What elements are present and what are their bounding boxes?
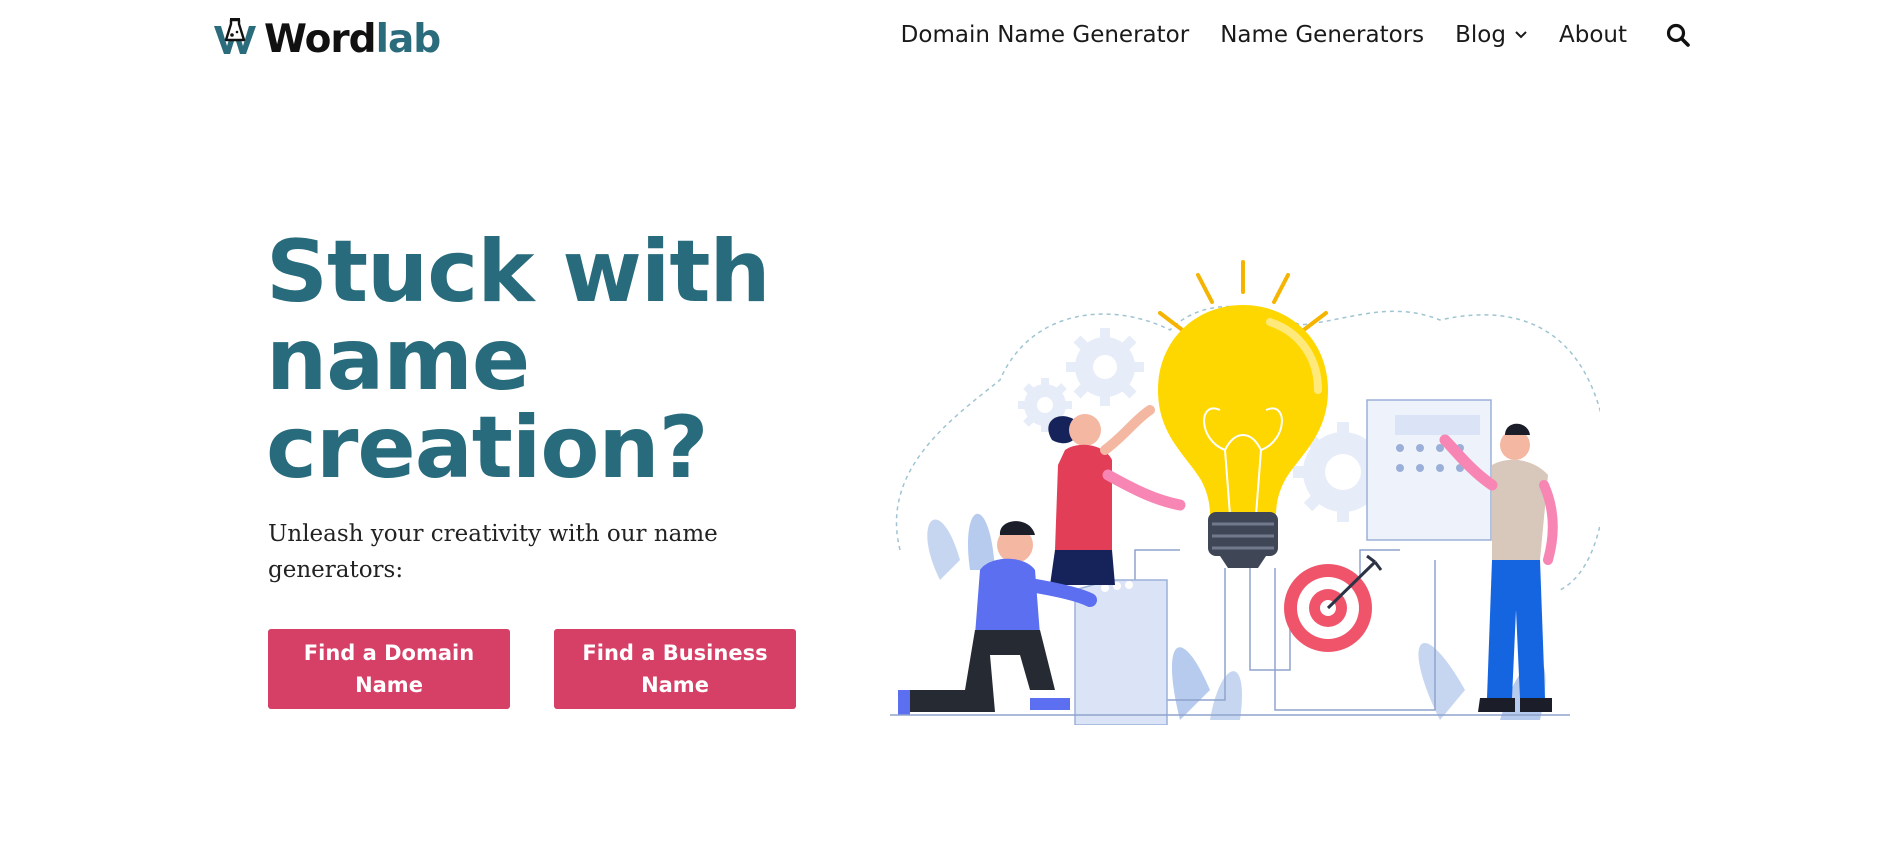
- target-icon: [1284, 554, 1383, 652]
- logo-word-accent: lab: [375, 16, 442, 62]
- plant-leaf: [1418, 642, 1465, 720]
- plant-leaf: [1171, 647, 1210, 720]
- plant-leaf: [1210, 671, 1243, 720]
- wordlab-logo[interactable]: Wordlab: [212, 16, 442, 62]
- nav-domain-name-generator[interactable]: Domain Name Generator: [901, 22, 1190, 48]
- nav-name-generators[interactable]: Name Generators: [1220, 22, 1424, 48]
- nav-blog[interactable]: Blog: [1455, 22, 1528, 48]
- woman-figure: [1048, 405, 1186, 585]
- nav-about[interactable]: About: [1559, 22, 1627, 48]
- lightbulb-icon: [1158, 305, 1328, 568]
- search-icon[interactable]: [1665, 22, 1691, 48]
- chevron-down-icon: [1515, 31, 1527, 39]
- team-lightbulb-illustration: [890, 260, 1600, 725]
- logo-word-primary: Word: [264, 16, 377, 62]
- find-domain-name-button[interactable]: Find a Domain Name: [268, 629, 510, 709]
- flask-w-logo-icon: [214, 18, 256, 54]
- plant-leaf: [927, 519, 960, 580]
- hero-subtitle: Unleash your creativity with our name ge…: [268, 521, 718, 583]
- gear-icon: [1066, 328, 1144, 406]
- nav-blog-label: Blog: [1455, 22, 1506, 48]
- hero-title: Stuck with name creation?: [266, 222, 771, 498]
- site-header: Wordlab Domain Name Generator Name Gener…: [0, 0, 1891, 82]
- main-nav: Domain Name Generator Name Generators Bl…: [901, 22, 1691, 48]
- plant-leaf: [967, 513, 995, 570]
- find-business-name-button[interactable]: Find a Business Name: [554, 629, 796, 709]
